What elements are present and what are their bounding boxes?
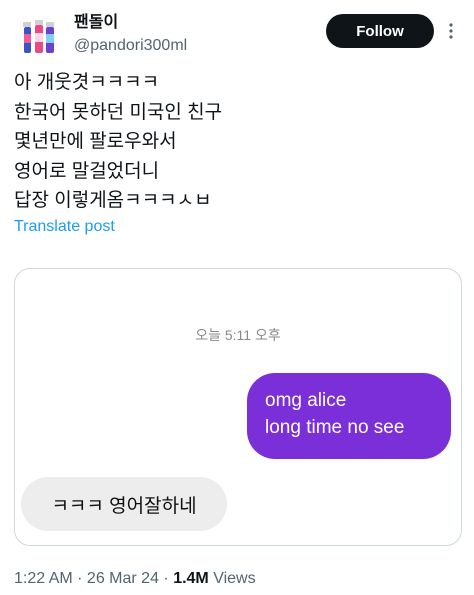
- sent-message-bubble: omg alice long time no see: [247, 373, 451, 459]
- tweet-line: 아 개웃겻ㅋㅋㅋㅋ: [14, 72, 160, 93]
- tweet-line: 답장 이렇게옴ㅋㅋㅋㅅㅂ: [14, 190, 212, 211]
- views-count[interactable]: 1.4M: [173, 570, 209, 587]
- meta-separator: ·: [158, 570, 174, 587]
- avatar[interactable]: [14, 12, 62, 60]
- post-time[interactable]: 1:22 AM: [14, 570, 73, 587]
- follow-button[interactable]: Follow: [326, 14, 434, 48]
- views-label: Views: [208, 570, 256, 587]
- meta-separator: ·: [72, 570, 87, 587]
- translate-post-link[interactable]: Translate post: [14, 218, 115, 236]
- chat-timestamp: 오늘 5:11 오후: [195, 327, 281, 343]
- sent-message-line: omg alice: [265, 390, 347, 411]
- tweet-line: 영어로 말걸었더니: [14, 160, 160, 182]
- sent-message-line: long time no see: [265, 417, 405, 438]
- tweet-line: 몇년만에 팔로우와서: [14, 131, 177, 152]
- received-message-bubble: ㅋㅋㅋ 영어잘하네: [21, 477, 227, 531]
- author-names: 팬돌이 @pandori300ml: [74, 12, 187, 58]
- received-message-text: ㅋㅋㅋ 영어잘하네: [51, 495, 197, 517]
- more-vertical-icon[interactable]: [442, 22, 460, 40]
- tweet-line: 한국어 못하던 미국인 친구: [14, 101, 223, 123]
- tweet-header: 팬돌이 @pandori300ml Follow: [14, 8, 460, 60]
- user-handle[interactable]: @pandori300ml: [74, 34, 187, 58]
- chat-screenshot-image[interactable]: 오늘 5:11 오후 omg alice long time no see ㅋㅋ…: [14, 268, 462, 546]
- post-date[interactable]: 26 Mar 24: [87, 570, 159, 587]
- avatar-image: [14, 12, 62, 60]
- display-name[interactable]: 팬돌이: [74, 12, 187, 34]
- tweet-meta: 1:22 AM · 26 Mar 24 · 1.4M Views: [14, 570, 256, 588]
- tweet-text: 아 개웃겻ㅋㅋㅋㅋ 한국어 못하던 미국인 친구 몇년만에 팔로우와서 영어로 …: [14, 68, 460, 216]
